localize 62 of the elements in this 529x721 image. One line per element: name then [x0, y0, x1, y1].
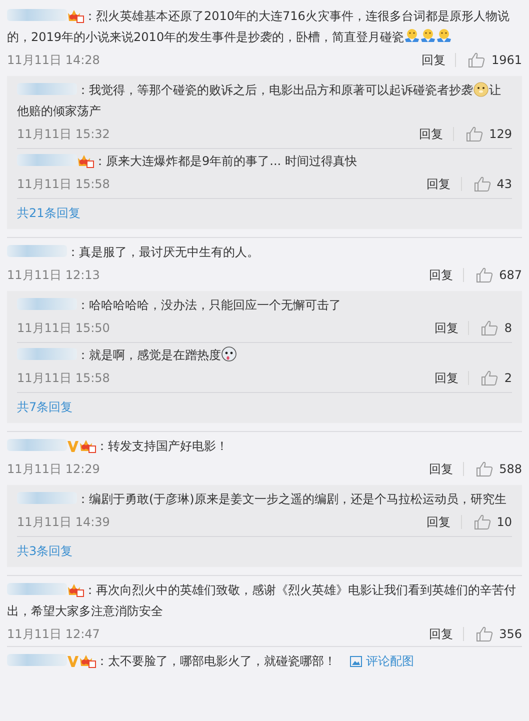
blurred-username[interactable]: [17, 492, 77, 504]
blurred-username[interactable]: [7, 9, 67, 21]
reply-button[interactable]: 回复: [409, 126, 454, 142]
blurred-username[interactable]: [7, 654, 67, 666]
thumbs-up-icon[interactable]: [476, 626, 494, 642]
reply-button[interactable]: 回复: [424, 370, 468, 386]
hug-emoji-icon: [404, 28, 420, 44]
comment-date: 11月11日 15:58: [17, 176, 111, 192]
comment-text: ：我觉得，等那个碰瓷的败诉之后，电影出品方和原著可以起诉碰瓷者抄袭 让他赔的倾家荡产: [17, 80, 502, 120]
thumbs-up-icon[interactable]: [481, 320, 498, 336]
comment-text: ：哈哈哈哈哈，没办法，只能回应一个无懈可击了: [17, 295, 512, 316]
comment-text: ：就是啊，感觉是在蹭热度: [17, 345, 512, 366]
blurred-username[interactable]: [7, 439, 67, 451]
dog-face-emoji-icon: [473, 81, 489, 97]
comment-date: 11月11日 14:39: [17, 514, 111, 530]
thumbs-up-icon[interactable]: [476, 267, 494, 283]
reply-button[interactable]: 回复: [419, 626, 464, 642]
husky-face-emoji-icon: [221, 346, 237, 362]
image-icon: [350, 656, 362, 667]
comment-date: 11月11日 15:32: [17, 126, 111, 142]
like-count: 1961: [491, 53, 522, 67]
reply-button[interactable]: 回复: [419, 460, 464, 478]
comment-text: ：再次向烈火中的英雄们致敬，感谢《烈火英雄》电影让我们看到英雄们的辛苦付出，希望大家多注意消防安全: [7, 581, 517, 620]
like-count: 356: [499, 627, 522, 641]
like-count: 8: [504, 321, 512, 335]
blurred-username[interactable]: [7, 583, 67, 595]
blurred-username[interactable]: [17, 298, 77, 310]
hug-emoji-icon: [436, 28, 452, 44]
blurred-username[interactable]: [17, 83, 77, 95]
reply-button[interactable]: 回复: [416, 176, 461, 192]
thumbs-up-icon[interactable]: [474, 176, 491, 192]
comment-date: 11月11日 15:50: [17, 320, 111, 336]
like-count: 588: [499, 462, 522, 476]
comment-text: ：编剧于勇敢(于彦琳)原来是姜文一步之遥的编剧，还是个马拉松运动员，研究生: [17, 489, 512, 510]
thumbs-up-icon[interactable]: [481, 370, 498, 386]
comment-text: ：转发支持国产好电影！: [7, 436, 522, 457]
like-count: 10: [496, 515, 512, 529]
reply-button[interactable]: 回复: [419, 266, 464, 284]
comment-text: ：烈火英雄基本还原了2010年的大连716火灾事件，连很多台词都是原形人物说的，2019年的小说来说2010年的发生事件是抄袭的，卧槽，简直登月碰瓷: [7, 7, 510, 46]
thumbs-up-icon[interactable]: [468, 52, 486, 68]
blurred-username[interactable]: [7, 245, 67, 257]
like-count: 43: [496, 177, 512, 191]
blurred-username[interactable]: [17, 348, 77, 360]
blurred-username[interactable]: [17, 154, 77, 166]
comment-text: ：原来大连爆炸都是9年前的事了... 时间过得真快: [17, 151, 512, 172]
reply-button[interactable]: 回复: [416, 514, 461, 530]
like-count: 687: [499, 268, 522, 282]
comment-date: 11月11日 15:58: [17, 370, 111, 386]
comment-text: ：太不要脸了，哪部电影火了，就碰瓷哪部！ 评论配图: [7, 651, 522, 672]
comment-text: ：真是服了，最讨厌无中生有的人。: [7, 242, 522, 263]
reply-button[interactable]: 回复: [424, 320, 468, 336]
like-count: 129: [489, 127, 512, 141]
comment-date: 11月11日 12:47: [7, 626, 101, 642]
reply-button[interactable]: 回复: [411, 52, 456, 68]
comment-date: 11月11日 12:13: [7, 266, 101, 284]
hug-emoji-icon: [420, 28, 436, 44]
comment-date: 11月11日 12:29: [7, 460, 101, 478]
thumbs-up-icon[interactable]: [476, 461, 494, 477]
comment-date: 11月11日 14:28: [7, 52, 101, 68]
like-count: 2: [504, 371, 512, 385]
thumbs-up-icon[interactable]: [466, 126, 484, 142]
thumbs-up-icon[interactable]: [474, 514, 491, 530]
